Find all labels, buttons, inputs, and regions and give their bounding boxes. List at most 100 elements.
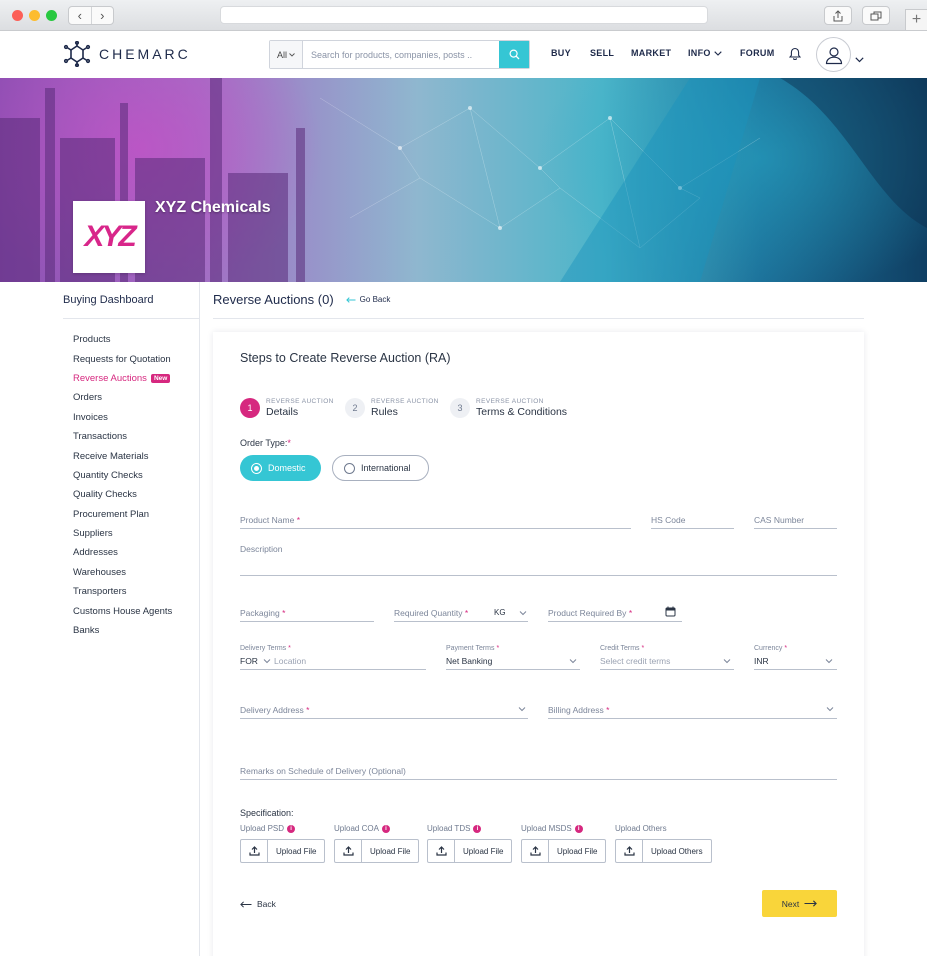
sidebar-item-procurement-plan[interactable]: Procurement Plan — [73, 505, 172, 524]
info-icon[interactable]: i — [473, 824, 482, 833]
sidebar-item-transactions[interactable]: Transactions — [73, 427, 172, 446]
step-caption: REVERSE AUCTION — [476, 398, 544, 405]
calendar-icon[interactable] — [665, 606, 676, 617]
sidebar-item-requests-for-quotation[interactable]: Requests for Quotation — [73, 349, 172, 368]
upload-button-label: Upload File — [276, 846, 317, 856]
chevron-down-icon — [569, 659, 577, 664]
label-text: Upload Others — [615, 824, 667, 833]
payment-terms-label: Payment Terms * — [446, 645, 500, 652]
sidebar-item-quality-checks[interactable]: Quality Checks — [73, 485, 172, 504]
next-button[interactable]: Next — [762, 890, 837, 917]
stepper: 1 REVERSE AUCTION Details 2 REVERSE AUCT… — [240, 398, 567, 418]
step-label: Rules — [371, 406, 398, 418]
search-input[interactable] — [303, 41, 499, 68]
order-type-label: Order Type:* — [240, 438, 291, 448]
step-label: Details — [266, 406, 299, 418]
sidebar-item-orders[interactable]: Orders — [73, 388, 172, 407]
company-name: XYZ Chemicals — [155, 199, 271, 216]
step-number: 3 — [450, 398, 470, 418]
arrow-left-icon — [345, 296, 356, 303]
browser-nav-buttons: ‹ › — [68, 6, 114, 25]
chevron-right-icon[interactable]: › — [90, 7, 114, 24]
new-badge: New — [150, 373, 171, 383]
upload-others-button[interactable]: Upload Others — [615, 839, 712, 863]
sidebar-item-invoices[interactable]: Invoices — [73, 408, 172, 427]
info-icon[interactable]: i — [574, 824, 583, 833]
title-divider — [213, 318, 864, 319]
upload-psd-label: Upload PSD i — [240, 824, 296, 833]
sidebar-item-reverse-auctions[interactable]: Reverse Auctions New — [73, 369, 172, 388]
sidebar-item-transporters[interactable]: Transporters — [73, 582, 172, 601]
close-window-button[interactable] — [12, 10, 23, 21]
chevron-left-icon[interactable]: ‹ — [69, 7, 91, 24]
sidebar-item-quantity-checks[interactable]: Quantity Checks — [73, 466, 172, 485]
label-text: Upload COA — [334, 824, 379, 833]
delivery-terms-select[interactable]: FOR — [240, 656, 258, 666]
nav-forum[interactable]: FORUM — [740, 48, 775, 58]
sidebar-item-customs-house-agents[interactable]: Customs House Agents — [73, 601, 172, 620]
sidebar-item-banks[interactable]: Banks — [73, 621, 172, 640]
site-header: CHEMARC All BUY SELL MARKET INFO FORUM — [0, 31, 927, 78]
info-icon[interactable]: i — [381, 824, 390, 833]
sidebar-item-suppliers[interactable]: Suppliers — [73, 524, 172, 543]
nav-sell[interactable]: SELL — [590, 48, 614, 58]
upload-coa-button[interactable]: Upload File — [334, 839, 420, 863]
upload-button-label: Upload File — [557, 846, 598, 856]
step-terms-and-conditions[interactable]: 3 REVERSE AUCTION Terms & Conditions — [450, 398, 567, 418]
plus-icon[interactable]: + — [905, 9, 927, 30]
brand-name: CHEMARC — [99, 46, 191, 62]
product-required-by-label: Product Required By * — [548, 608, 633, 618]
step-details[interactable]: 1 REVERSE AUCTION Details — [240, 398, 345, 418]
currency-value: INR — [754, 656, 769, 666]
go-back-link[interactable]: Go Back — [345, 295, 391, 304]
go-back-label: Go Back — [359, 295, 391, 304]
sidebar-item-receive-materials[interactable]: Receive Materials — [73, 446, 172, 465]
brand-logo[interactable]: CHEMARC — [63, 41, 191, 67]
upload-button-label: Upload File — [463, 846, 504, 856]
payment-terms-value: Net Banking — [446, 656, 493, 666]
share-icon[interactable] — [824, 6, 852, 25]
sidebar-item-addresses[interactable]: Addresses — [73, 543, 172, 562]
maximize-window-button[interactable] — [46, 10, 57, 21]
upload-tds-button[interactable]: Upload File — [427, 839, 513, 863]
user-icon — [825, 46, 842, 64]
sidebar-title: Buying Dashboard — [63, 294, 154, 306]
back-button[interactable]: Back — [240, 899, 276, 909]
search-button[interactable] — [499, 41, 529, 68]
address-bar[interactable] — [220, 6, 708, 24]
quantity-unit-select[interactable]: KG — [494, 608, 506, 617]
label-text: Product Required By — [548, 608, 627, 618]
sidebar-item-warehouses[interactable]: Warehouses — [73, 563, 172, 582]
minimize-window-button[interactable] — [29, 10, 40, 21]
upload-msds-button[interactable]: Upload File — [521, 839, 607, 863]
nav-market[interactable]: MARKET — [631, 48, 671, 58]
nav-info[interactable]: INFO — [688, 48, 722, 58]
bell-icon[interactable] — [788, 47, 802, 65]
info-icon[interactable]: i — [287, 824, 296, 833]
label-text: Required Quantity — [394, 608, 463, 618]
search-category-value: All — [276, 49, 287, 60]
step-rules[interactable]: 2 REVERSE AUCTION Rules — [345, 398, 450, 418]
tabs-icon[interactable] — [862, 6, 890, 25]
chevron-down-icon[interactable] — [855, 50, 864, 68]
radio-unselected-icon — [344, 462, 355, 474]
description-field[interactable] — [240, 554, 837, 576]
nav-buy[interactable]: BUY — [551, 48, 571, 58]
upload-button-label: Upload Others — [651, 846, 703, 856]
search-category-select[interactable]: All — [270, 41, 303, 68]
page-title-row: Reverse Auctions (0) Go Back — [213, 292, 390, 307]
sidebar-item-products[interactable]: Products — [73, 330, 172, 349]
chevron-down-icon — [289, 52, 295, 57]
label-text: Packaging — [240, 608, 280, 618]
billing-address-label: Billing Address * — [548, 705, 610, 715]
upload-psd-button[interactable]: Upload File — [240, 839, 326, 863]
sidebar-title-divider — [63, 318, 199, 319]
location-input[interactable]: Location — [274, 656, 306, 666]
avatar[interactable] — [816, 37, 851, 72]
radio-label: Domestic — [268, 463, 306, 473]
order-type-domestic-radio[interactable]: Domestic — [240, 455, 321, 481]
page-body: Buying Dashboard Products Requests for Q… — [0, 282, 927, 956]
sidebar-divider — [199, 282, 200, 956]
required-quantity-label: Required Quantity * — [394, 608, 469, 618]
order-type-international-radio[interactable]: International — [332, 455, 429, 481]
